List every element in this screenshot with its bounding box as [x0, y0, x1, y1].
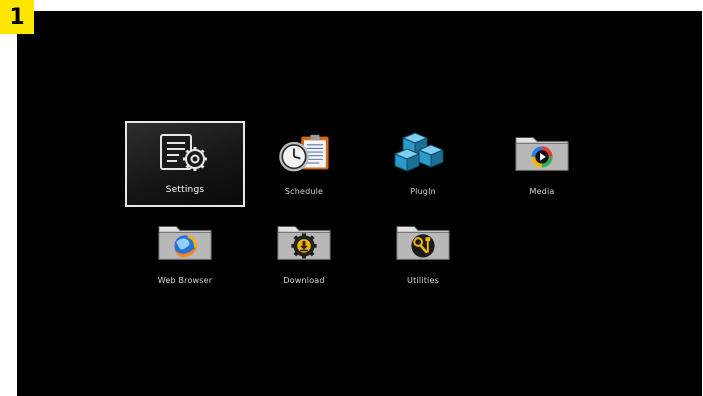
menu-item-label: Utilities	[407, 276, 439, 285]
menu-item-label: Settings	[165, 185, 205, 195]
media-folder-icon	[512, 131, 572, 175]
step-badge: 1	[0, 0, 34, 34]
menu-item-media[interactable]: Media	[482, 121, 602, 207]
web-browser-folder-icon	[155, 220, 215, 264]
menu-item-download[interactable]: Download	[244, 210, 364, 296]
menu-item-plugin[interactable]: PlugIn	[363, 121, 483, 207]
menu-item-label: PlugIn	[410, 187, 436, 196]
schedule-icon	[274, 131, 334, 175]
menu-item-label: Schedule	[284, 187, 324, 196]
main-menu-grid: Settings Schedule PlugIn Media Web Brows…	[17, 11, 702, 396]
menu-item-utilities[interactable]: Utilities	[363, 210, 483, 296]
menu-item-label: Web Browser	[157, 276, 213, 285]
tv-menu-screen: Settings Schedule PlugIn Media Web Brows…	[17, 11, 702, 396]
menu-item-label: Download	[283, 276, 325, 285]
menu-item-label: Media	[529, 187, 555, 196]
plugin-icon	[393, 131, 453, 175]
download-folder-icon	[274, 220, 334, 264]
menu-item-schedule[interactable]: Schedule	[244, 121, 364, 207]
settings-icon	[155, 131, 215, 175]
menu-item-web-browser[interactable]: Web Browser	[125, 210, 245, 296]
menu-item-settings[interactable]: Settings	[125, 121, 245, 207]
utilities-folder-icon	[393, 220, 453, 264]
